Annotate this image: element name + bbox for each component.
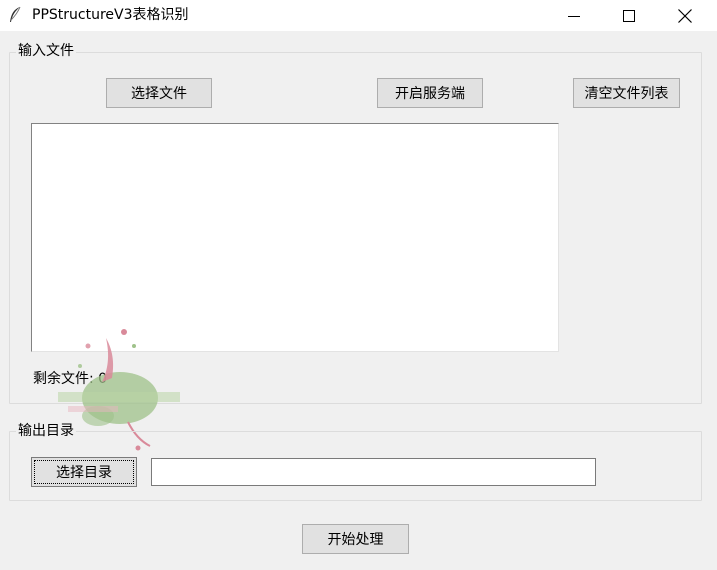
clear-file-list-button[interactable]: 清空文件列表 [573, 78, 680, 108]
select-directory-button[interactable]: 选择目录 [31, 457, 137, 487]
maximize-button[interactable] [606, 0, 652, 31]
select-files-button[interactable]: 选择文件 [106, 78, 212, 108]
feather-icon [8, 6, 22, 24]
title-bar[interactable]: PPStructureV3表格识别 [0, 0, 717, 31]
output-dir-input[interactable] [151, 458, 596, 486]
start-server-button[interactable]: 开启服务端 [377, 78, 483, 108]
start-processing-button[interactable]: 开始处理 [302, 524, 409, 554]
minimize-icon [568, 15, 580, 17]
window-title: PPStructureV3表格识别 [32, 7, 189, 23]
close-icon [678, 8, 692, 23]
input-files-group-label: 输入文件 [16, 42, 76, 60]
maximize-icon [623, 9, 635, 22]
close-button[interactable] [662, 0, 708, 31]
file-listbox[interactable] [31, 123, 559, 352]
minimize-button[interactable] [551, 0, 597, 31]
output-dir-group-label: 输出目录 [16, 422, 76, 440]
